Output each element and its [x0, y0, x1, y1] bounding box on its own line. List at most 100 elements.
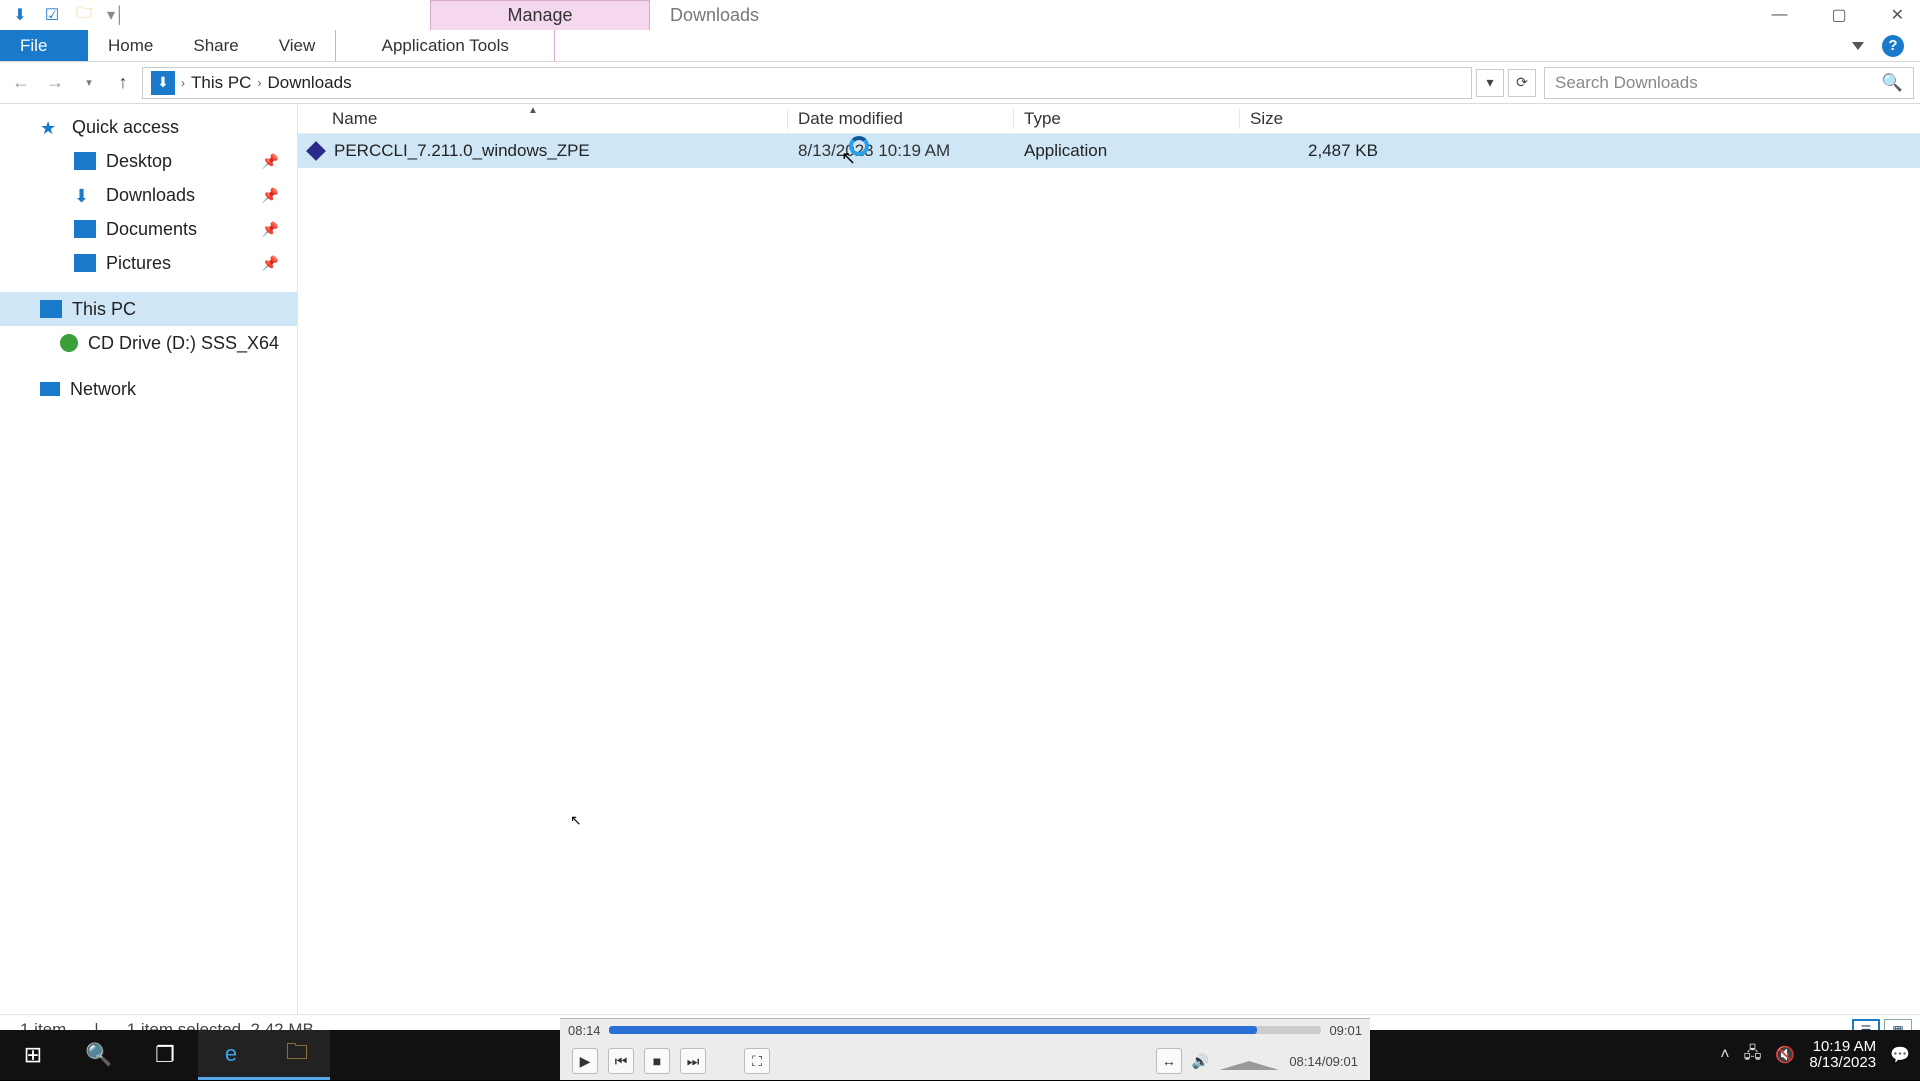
tray-clock[interactable]: 10:19 AM 8/13/2023: [1809, 1039, 1876, 1072]
documents-icon: [74, 220, 96, 238]
ribbon-tabs: File Home Share View Application Tools ?: [0, 30, 1920, 62]
close-button[interactable]: ✕: [1891, 5, 1904, 25]
sort-indicator-icon: ▲: [528, 105, 538, 116]
notifications-icon[interactable]: 💬: [1890, 1045, 1910, 1065]
nav-label: CD Drive (D:) SSS_X64: [88, 333, 279, 354]
media-player: 08:14 09:01 ▶ ⏮ ■ ⏭ ⛶ ↔ 🔊 08:14/09:01: [560, 1018, 1370, 1080]
search-taskbar-button[interactable]: 🔍: [66, 1030, 132, 1080]
tray-network-icon[interactable]: 🖧: [1744, 1042, 1762, 1069]
search-placeholder: Search Downloads: [1555, 73, 1698, 93]
nav-network[interactable]: Network: [0, 372, 297, 406]
file-date: 8/13/2023 10:19 AM: [788, 141, 1014, 161]
refresh-button[interactable]: ⟳: [1508, 69, 1536, 97]
explorer-window: ⬇ ☑ 🗀 ▾│ Manage Downloads — ▢ ✕ File Hom…: [0, 0, 1920, 1080]
nav-this-pc[interactable]: This PC: [0, 292, 297, 326]
file-size: 2,487 KB: [1240, 141, 1390, 161]
mute-icon[interactable]: 🔊: [1192, 1053, 1209, 1070]
pin-icon: 📌: [262, 255, 279, 272]
address-bar: ← → ▾ ↑ ⬇ › This PC › Downloads ▾ ⟳ Sear…: [0, 62, 1920, 104]
tray-time: 10:19 AM: [1809, 1039, 1876, 1056]
taskbar-internet-explorer[interactable]: e: [198, 1030, 264, 1080]
chevron-right-icon: ›: [257, 76, 261, 90]
quick-access-toolbar: ⬇ ☑ 🗀 ▾│: [0, 0, 430, 30]
crumb-downloads[interactable]: Downloads: [267, 73, 351, 93]
address-history-icon[interactable]: ▾: [1476, 69, 1504, 97]
nav-label: Desktop: [106, 151, 172, 172]
explorer-body: ★ Quick access Desktop 📌 ⬇ Downloads 📌 D…: [0, 104, 1920, 1014]
search-icon: 🔍: [1882, 73, 1903, 93]
cd-drive-icon: [60, 334, 78, 352]
minimize-button[interactable]: —: [1771, 6, 1787, 24]
nav-documents[interactable]: Documents 📌: [0, 212, 297, 246]
play-button[interactable]: ▶: [572, 1048, 598, 1074]
tray-date: 8/13/2023: [1809, 1055, 1876, 1072]
application-icon: [306, 141, 326, 161]
up-button[interactable]: ↑: [108, 68, 138, 98]
taskbar-right: ˄ 🖧 🔇 10:19 AM 8/13/2023 💬: [1370, 1030, 1920, 1080]
start-button[interactable]: ⊞: [0, 1030, 66, 1080]
back-button[interactable]: ←: [6, 68, 36, 98]
help-icon[interactable]: ?: [1882, 35, 1904, 57]
nav-quick-access[interactable]: ★ Quick access: [0, 110, 297, 144]
crumb-this-pc[interactable]: This PC: [191, 73, 251, 93]
properties-icon[interactable]: ☑: [40, 3, 64, 27]
next-button[interactable]: ⏭: [680, 1048, 706, 1074]
contextual-tab-manage[interactable]: Manage: [430, 0, 650, 30]
nav-label: This PC: [72, 299, 136, 320]
column-type[interactable]: Type: [1014, 109, 1240, 129]
search-input[interactable]: Search Downloads 🔍: [1544, 67, 1914, 99]
tab-home[interactable]: Home: [88, 30, 173, 61]
recent-locations-icon[interactable]: ▾: [74, 68, 104, 98]
nav-label: Documents: [106, 219, 197, 240]
star-icon: ★: [40, 118, 62, 136]
taskbar-file-explorer[interactable]: 🗀: [264, 1030, 330, 1080]
this-pc-icon: [40, 300, 62, 318]
maximize-button[interactable]: ▢: [1831, 5, 1846, 25]
player-timecode: 08:14/09:01: [1289, 1054, 1358, 1069]
pin-icon: 📌: [262, 221, 279, 238]
tray-volume-icon[interactable]: 🔇: [1775, 1045, 1795, 1065]
player-seekbar[interactable]: [609, 1026, 1322, 1034]
downloads-path-icon: ⬇: [151, 71, 175, 95]
qat-divider: ▾│: [104, 3, 128, 27]
player-progress-fill: [609, 1026, 1258, 1034]
file-list: Name ▲ Date modified Type Size PERCCLI_7…: [298, 104, 1920, 1014]
tab-view[interactable]: View: [259, 30, 336, 61]
desktop-icon: [74, 152, 96, 170]
tab-share[interactable]: Share: [173, 30, 258, 61]
tab-file[interactable]: File: [0, 30, 88, 61]
forward-button[interactable]: →: [40, 68, 70, 98]
nav-cd-drive[interactable]: CD Drive (D:) SSS_X64: [0, 326, 297, 360]
file-row[interactable]: PERCCLI_7.211.0_windows_ZPE 8/13/2023 10…: [298, 134, 1920, 168]
downloads-icon: ⬇: [74, 186, 96, 204]
breadcrumb[interactable]: ⬇ › This PC › Downloads: [142, 67, 1472, 99]
column-label: Name: [332, 109, 377, 128]
window-controls: — ▢ ✕: [1755, 0, 1920, 30]
volume-slider[interactable]: [1219, 1052, 1279, 1070]
column-size[interactable]: Size: [1240, 109, 1390, 129]
network-icon: [40, 382, 60, 396]
window-title: Downloads: [650, 0, 1755, 30]
pin-icon: 📌: [262, 187, 279, 204]
down-arrow-icon[interactable]: ⬇: [8, 3, 32, 27]
prev-button[interactable]: ⏮: [608, 1048, 634, 1074]
nav-desktop[interactable]: Desktop 📌: [0, 144, 297, 178]
player-duration: 09:01: [1329, 1023, 1362, 1038]
column-date[interactable]: Date modified: [788, 109, 1014, 129]
tray-overflow-icon[interactable]: ˄: [1720, 1046, 1729, 1064]
nav-label: Pictures: [106, 253, 171, 274]
nav-pictures[interactable]: Pictures 📌: [0, 246, 297, 280]
column-headers: Name ▲ Date modified Type Size: [298, 104, 1920, 134]
stop-button[interactable]: ■: [644, 1048, 670, 1074]
nav-label: Quick access: [72, 117, 179, 138]
fullscreen-button[interactable]: ⛶: [744, 1048, 770, 1074]
collapse-ribbon-icon[interactable]: [1852, 37, 1864, 55]
title-bar: ⬇ ☑ 🗀 ▾│ Manage Downloads — ▢ ✕: [0, 0, 1920, 30]
tab-application-tools[interactable]: Application Tools: [335, 30, 555, 61]
nav-downloads[interactable]: ⬇ Downloads 📌: [0, 178, 297, 212]
task-view-button[interactable]: ❐: [132, 1030, 198, 1080]
loop-button[interactable]: ↔: [1156, 1048, 1182, 1074]
folder-icon[interactable]: 🗀: [72, 3, 96, 27]
pin-icon: 📌: [262, 153, 279, 170]
column-name[interactable]: Name ▲: [298, 109, 788, 129]
